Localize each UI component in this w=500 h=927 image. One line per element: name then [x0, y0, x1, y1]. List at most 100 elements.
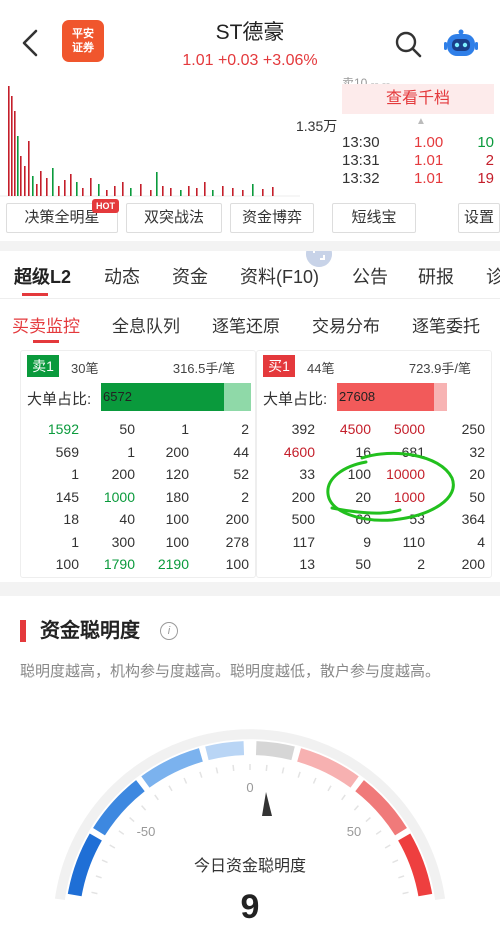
view-qiandang-button[interactable]: 查看千档	[342, 84, 494, 114]
clarity-gauge: -50 0 50	[54, 729, 446, 901]
volume-bar	[40, 171, 42, 196]
buy1-order-cell: 9	[363, 533, 371, 550]
tick-volume: 10	[477, 134, 494, 151]
gauge-tick	[341, 794, 346, 801]
volume-bar	[196, 188, 198, 196]
subtab-trade-monitor[interactable]: 买卖监控	[12, 312, 80, 337]
gauge-tick	[91, 891, 98, 895]
volume-bar	[106, 190, 108, 196]
stock-title[interactable]: ST德豪	[150, 16, 350, 46]
gauge-tick	[215, 767, 219, 774]
sell1-order-cell: 100	[165, 511, 189, 527]
subtab-tick-restore[interactable]: 逐笔还原	[212, 312, 280, 337]
robot-icon[interactable]	[444, 28, 478, 60]
gauge-tick	[168, 785, 173, 792]
gauge-label-max: 50	[347, 824, 361, 839]
gauge-arc-segment	[93, 780, 145, 836]
volume-bars-chart[interactable]	[0, 78, 300, 198]
volume-bar	[76, 182, 78, 196]
sell1-order-cell: 52	[233, 466, 249, 482]
buy1-order-cell: 500	[291, 511, 315, 527]
tick-price: 1.01	[414, 152, 444, 169]
tab-diagnosis[interactable]: 诊	[486, 263, 500, 289]
gauge-label-mid: 0	[246, 780, 253, 795]
sell1-order-cell: 100	[55, 556, 79, 572]
gauge-tick	[297, 771, 301, 778]
sell1-order-cell: 300	[111, 533, 135, 550]
sell1-order-cell: 2	[241, 488, 249, 505]
intraday-volume-area: 1.35万 卖10 -- -- 查看千档 ▲ 13:30 1.00 10 13:31 1…	[0, 76, 500, 267]
gauge-tick	[375, 830, 382, 835]
buy1-order-cell: 4500	[339, 421, 371, 437]
buy1-large-order-ratio: 大单占比: 27608	[263, 383, 487, 411]
tab-dynamics[interactable]: 动态	[104, 263, 140, 289]
subtab-holo-queue[interactable]: 全息队列	[112, 312, 180, 337]
back-arrow-icon[interactable]	[18, 28, 44, 58]
buy1-order-cell: 33	[299, 466, 315, 482]
hot-badge: HOT	[92, 199, 119, 213]
buy1-order-cell: 200	[461, 556, 485, 572]
tick-row: 13:32 1.01 19	[342, 170, 494, 188]
volume-bar	[46, 178, 48, 196]
scroll-up-icon[interactable]: ▲	[416, 116, 426, 127]
sell1-order-cell: 50	[119, 421, 135, 437]
gauge-tick	[281, 767, 285, 774]
sell1-order-cell: 2190	[157, 556, 189, 572]
gauge-tick	[312, 777, 317, 784]
sell1-order-row: 1592 50 1 2	[21, 421, 255, 443]
volume-bar	[8, 86, 10, 196]
buy1-header: 买1 44笔 723.9手/笔	[257, 355, 491, 377]
sell1-order-cell: 1592	[47, 421, 79, 437]
buy1-order-cell: 4600	[283, 443, 315, 460]
tab-f10[interactable]: 资料(F10)	[240, 263, 319, 289]
buy1-ratio-bar: 27608	[337, 383, 447, 411]
needle-icon	[262, 792, 272, 816]
volume-bar	[114, 186, 116, 196]
sell1-order-cell: 180	[165, 488, 189, 505]
tool-settings[interactable]: 设置	[458, 203, 500, 233]
subtab-tick-orders[interactable]: 逐笔委托	[412, 312, 480, 337]
volume-bar	[70, 174, 72, 196]
sell1-order-cell: 100	[165, 533, 189, 550]
tab-research[interactable]: 研报	[418, 263, 454, 289]
tick-volume: 2	[485, 152, 494, 169]
volume-bar	[17, 136, 19, 196]
gauge-tick	[232, 764, 235, 771]
gauge-tick	[353, 805, 359, 811]
tick-row: 13:30 1.00 10	[342, 134, 494, 152]
volume-bar	[252, 184, 254, 196]
volume-bar	[162, 186, 164, 196]
sell1-order-cell: 145	[55, 488, 79, 505]
sell1-order-cell: 200	[225, 511, 249, 527]
tool-capital-game[interactable]: 资金博弈	[230, 203, 314, 233]
hand-drawn-circle-annotation	[326, 451, 455, 522]
volume-bar	[58, 186, 60, 196]
sell1-order-cell: 2	[241, 421, 249, 437]
sell1-order-row: 1 300 100 278	[21, 534, 255, 556]
search-icon[interactable]	[394, 30, 422, 58]
sell1-order-cell: 44	[233, 443, 249, 460]
volume-bar	[242, 190, 244, 196]
tab-super-l2[interactable]: 超级L2	[14, 263, 71, 289]
volume-bar	[130, 188, 132, 196]
sell1-order-count: 30笔	[71, 361, 99, 376]
info-icon[interactable]: i	[160, 622, 178, 640]
buy1-ratio-value: 27608	[339, 389, 376, 404]
sell1-order-cell: 278	[225, 533, 249, 550]
volume-bar	[14, 111, 16, 196]
sell1-badge: 卖1	[27, 355, 59, 377]
tool-double-break[interactable]: 双突战法	[126, 203, 222, 233]
gauge-tick	[101, 859, 108, 864]
tool-short-line[interactable]: 短线宝	[332, 203, 416, 233]
tab-capital[interactable]: 资金	[172, 263, 208, 289]
broker-logo[interactable]: 平安 证券	[62, 20, 104, 62]
gauge-tick	[327, 785, 332, 792]
volume-bar	[52, 168, 54, 196]
sell1-order-cell: 200	[111, 466, 135, 482]
sell1-order-row: 569 1 200 44	[21, 444, 255, 466]
tick-row: 13:31 1.01 2	[342, 152, 494, 170]
gauge-label-min: -50	[137, 824, 156, 839]
buy1-order-cell: 250	[461, 421, 485, 437]
subtab-trade-distribution[interactable]: 交易分布	[312, 312, 380, 337]
tab-announcement[interactable]: 公告	[352, 263, 388, 289]
